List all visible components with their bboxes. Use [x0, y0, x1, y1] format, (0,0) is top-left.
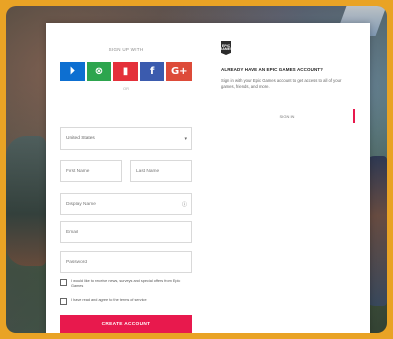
facebook-button[interactable]: f	[139, 62, 165, 81]
epic-games-logo: EPIC GAMES	[221, 41, 231, 55]
sign-in-description: Sign in with your Epic Games account to …	[221, 78, 342, 89]
background-character-left	[6, 136, 46, 266]
or-divider: OR	[123, 86, 129, 91]
terms-checkbox[interactable]	[60, 298, 67, 305]
playstation-button[interactable]: ⏵	[60, 62, 85, 81]
display-name-field[interactable]: ⓘ	[60, 193, 192, 215]
nintendo-button[interactable]: ▮	[113, 62, 138, 81]
google-plus-icon: G+	[170, 66, 188, 77]
last-name-field[interactable]	[130, 160, 192, 182]
sign-in-link[interactable]: SIGN IN	[221, 109, 355, 123]
terms-checkbox-label: I have read and agree to the terms of se…	[71, 298, 147, 302]
news-opt-in: I would like to receive news, surveys an…	[60, 279, 192, 288]
country-value: United States	[66, 136, 95, 141]
nintendo-icon: ▮	[122, 66, 129, 77]
sign-in-heading: ALREADY HAVE AN EPIC GAMES ACCOUNT?	[221, 67, 324, 72]
facebook-icon: f	[149, 66, 155, 77]
game-background: SIGN UP WITH ⏵ ⊗ ▮ f G+ OR United States…	[6, 6, 387, 333]
password-field[interactable]	[60, 251, 192, 273]
create-account-button[interactable]: CREATE ACCOUNT	[60, 315, 192, 333]
google-plus-button[interactable]: G+	[166, 62, 193, 81]
first-name-input[interactable]	[66, 168, 117, 174]
email-field[interactable]	[60, 221, 192, 243]
chevron-down-icon: ▾	[184, 135, 187, 142]
terms-agreement: I have read and agree to the terms of se…	[60, 298, 192, 305]
xbox-button[interactable]: ⊗	[86, 62, 112, 81]
news-checkbox[interactable]	[60, 279, 67, 286]
info-icon: ⓘ	[181, 201, 187, 208]
signup-card: SIGN UP WITH ⏵ ⊗ ▮ f G+ OR United States…	[46, 23, 370, 333]
playstation-icon: ⏵	[69, 66, 75, 77]
xbox-icon: ⊗	[94, 66, 104, 77]
news-checkbox-label: I would like to receive news, surveys an…	[71, 279, 181, 288]
last-name-input[interactable]	[136, 168, 187, 174]
password-input[interactable]	[66, 259, 187, 265]
country-select[interactable]: United States ▾	[60, 127, 192, 150]
first-name-field[interactable]	[60, 160, 122, 182]
display-name-input[interactable]	[66, 201, 182, 207]
social-login-row: ⏵ ⊗ ▮ f G+	[60, 62, 193, 81]
email-input[interactable]	[66, 229, 187, 235]
sign-up-with-label: SIGN UP WITH	[108, 47, 144, 52]
